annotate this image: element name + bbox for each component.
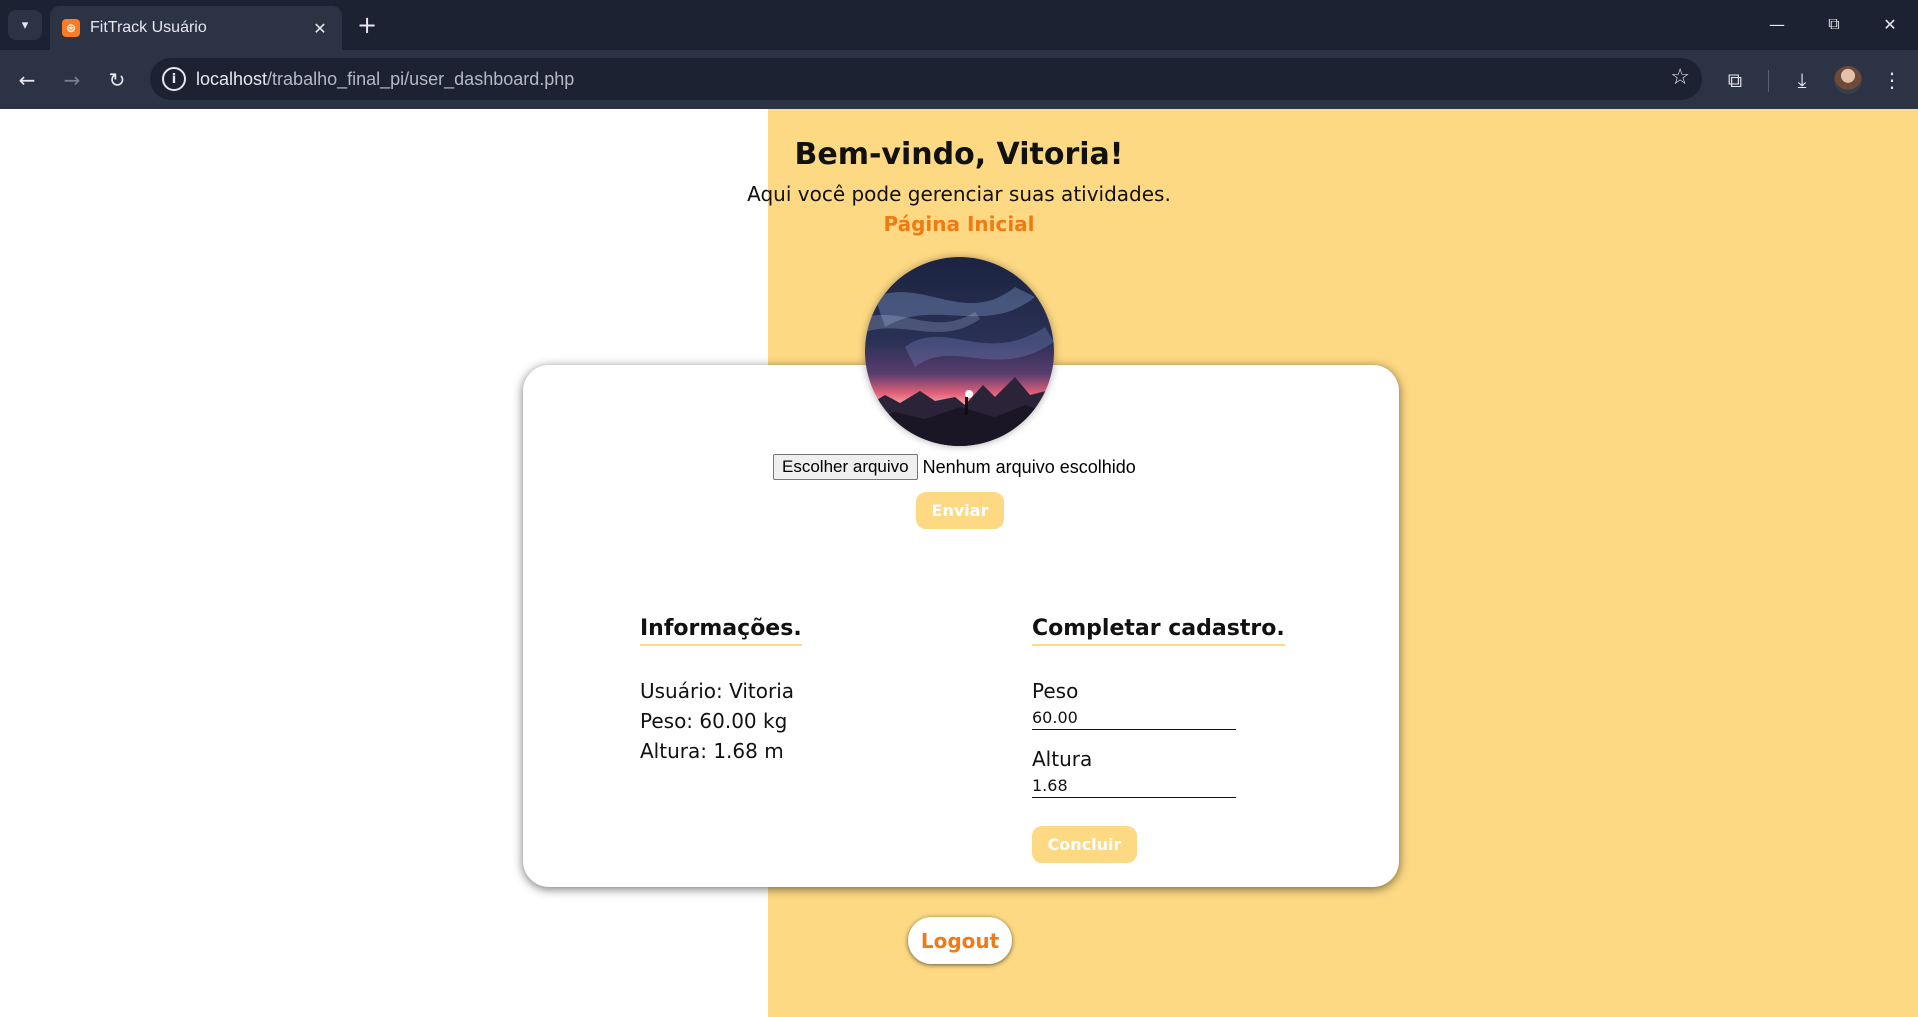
weight-input[interactable] <box>1032 706 1236 730</box>
complete-submit-button[interactable]: Concluir <box>1032 826 1137 863</box>
toolbar-divider <box>1768 70 1769 92</box>
more-menu-icon[interactable]: ⋮ <box>1876 64 1908 96</box>
home-link[interactable]: Página Inicial <box>0 212 1918 236</box>
browser-tab[interactable]: ⊛ FitTrack Usuário ✕ <box>50 6 342 50</box>
info-section-title: Informações. <box>640 615 802 646</box>
back-arrow-icon[interactable]: ← <box>11 64 43 96</box>
info-weight-line: Peso: 60.00 kg <box>640 709 788 733</box>
minimize-icon[interactable]: — <box>1757 8 1797 40</box>
browser-tab-bar: ▾ ⊛ FitTrack Usuário ✕ + — ⧉ ✕ <box>0 0 1918 50</box>
info-user-line: Usuário: Vitoria <box>640 679 795 703</box>
profile-avatar[interactable] <box>1834 66 1862 94</box>
choose-file-button[interactable]: Escolher arquivo <box>773 454 918 480</box>
height-label: Altura <box>1032 747 1093 771</box>
bookmark-star-icon[interactable]: ☆ <box>1670 65 1690 90</box>
tab-search-chevron-icon[interactable]: ▾ <box>8 10 42 40</box>
complete-section-title: Completar cadastro. <box>1032 615 1285 646</box>
page-subtitle: Aqui você pode gerenciar suas atividades… <box>747 182 1171 206</box>
xampp-icon: ⊛ <box>62 19 80 37</box>
reload-icon[interactable]: ↻ <box>101 64 133 96</box>
height-input[interactable] <box>1032 774 1236 798</box>
info-height-line: Altura: 1.68 m <box>640 739 784 763</box>
logout-button[interactable]: Logout <box>908 917 1012 964</box>
download-icon[interactable]: ⤓ <box>1786 64 1818 96</box>
forward-arrow-icon[interactable]: → <box>56 64 88 96</box>
address-bar[interactable]: i localhost/trabalho_final_pi/user_dashb… <box>150 58 1702 100</box>
url-host: localhost <box>196 69 268 89</box>
file-status-text: Nenhum arquivo escolhido <box>922 456 1136 477</box>
new-tab-icon[interactable]: + <box>352 10 382 40</box>
url-path: /trabalho_final_pi/user_dashboard.php <box>267 69 575 89</box>
close-window-icon[interactable]: ✕ <box>1870 8 1910 40</box>
extensions-icon[interactable]: ⧉ <box>1719 64 1751 96</box>
tab-title: FitTrack Usuário <box>90 19 207 36</box>
browser-toolbar: ← → ↻ i localhost/trabalho_final_pi/user… <box>0 50 1918 109</box>
page-viewport: Bem-vindo, Vitoria! Aqui você pode geren… <box>0 109 1918 1017</box>
restore-icon[interactable]: ⧉ <box>1814 8 1854 40</box>
weight-label: Peso <box>1032 679 1079 703</box>
close-tab-icon[interactable]: ✕ <box>308 16 332 40</box>
site-info-icon[interactable]: i <box>162 67 186 91</box>
file-upload-row: Escolher arquivo Nenhum arquivo escolhid… <box>773 454 1136 480</box>
profile-picture <box>865 257 1054 446</box>
url-text[interactable]: localhost/trabalho_final_pi/user_dashboa… <box>196 69 574 90</box>
page-title: Bem-vindo, Vitoria! <box>794 137 1124 172</box>
upload-submit-button[interactable]: Enviar <box>916 492 1004 529</box>
